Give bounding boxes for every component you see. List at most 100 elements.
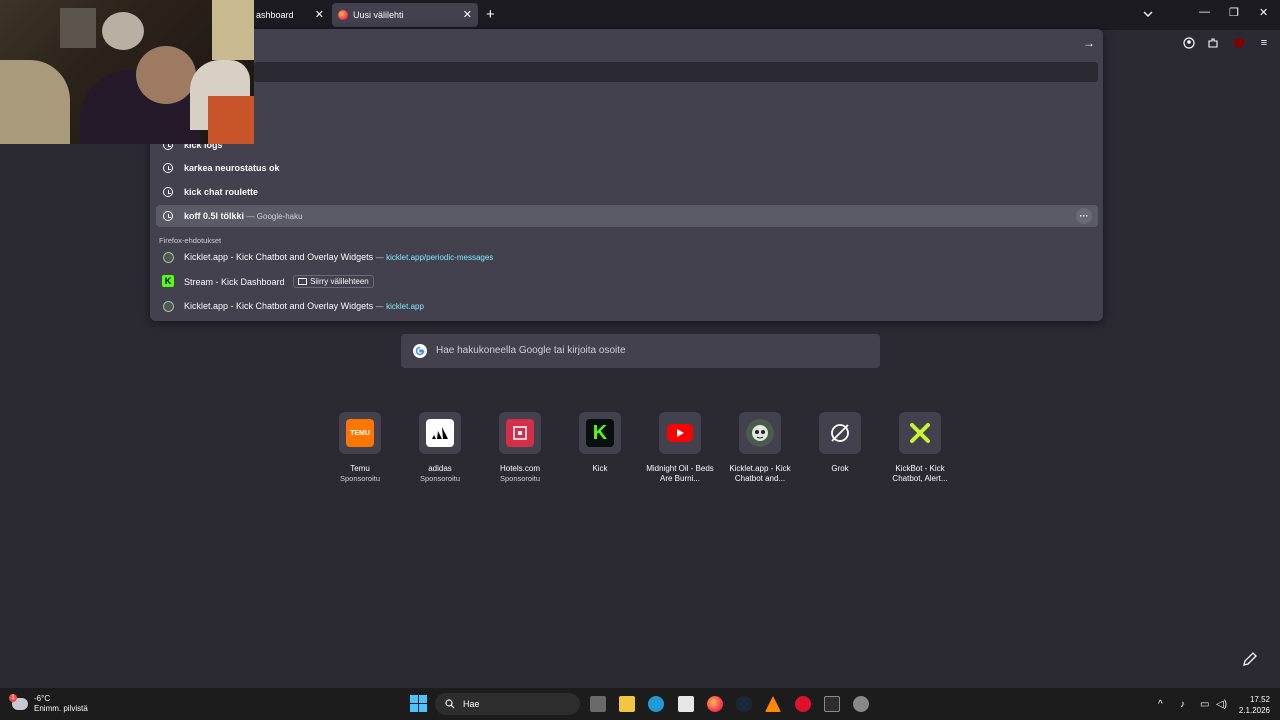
tab-label: ashboard bbox=[256, 10, 294, 20]
clock-date: 2.1.2026 bbox=[1238, 706, 1270, 715]
shortcut-sponsored: Sponsoroitu bbox=[419, 474, 461, 483]
history-icon bbox=[162, 186, 174, 198]
shortcut-sponsored: Sponsoroitu bbox=[339, 474, 381, 483]
shortcut-tile[interactable]: Kicklet.app - Kick Chatbot and... bbox=[720, 412, 800, 484]
shortcut-sponsored: Sponsoroitu bbox=[499, 474, 541, 483]
section-label: Firefox-ehdotukset bbox=[159, 236, 222, 245]
suggestion-row[interactable]: Kicklet.app - Kick Chatbot and Overlay W… bbox=[156, 295, 1098, 317]
store-icon[interactable] bbox=[678, 696, 694, 712]
suggestion-dash: — bbox=[375, 253, 384, 262]
new-tab-button[interactable]: + bbox=[486, 6, 495, 23]
network-icon[interactable]: ▭ bbox=[1200, 699, 1209, 710]
kicklet-icon bbox=[746, 419, 774, 447]
switch-to-tab-button[interactable]: Siirry välilehteen bbox=[293, 274, 374, 288]
history-row[interactable]: kick logs bbox=[156, 134, 1098, 156]
tab-new-tab[interactable]: Uusi välilehti ✕ bbox=[332, 3, 478, 27]
suggestion-text: Kicklet.app - Kick Chatbot and Overlay W… bbox=[184, 252, 493, 262]
kickbot-icon bbox=[906, 419, 934, 447]
restore-icon[interactable]: ❐ bbox=[1229, 6, 1239, 19]
tab-label: Uusi välilehti bbox=[353, 10, 404, 20]
youtube-icon bbox=[667, 424, 693, 442]
clock-time: 17.52 bbox=[1249, 695, 1270, 704]
account-icon[interactable] bbox=[1182, 36, 1196, 50]
firefox-taskbar-icon[interactable] bbox=[707, 696, 723, 712]
history-row[interactable]: kick chat roulette bbox=[156, 181, 1098, 203]
steam-icon[interactable] bbox=[736, 696, 752, 712]
history-text: koff 0.5l tölkki — Google-haku bbox=[184, 211, 303, 221]
suggestion-title: Stream - Kick Dashboard bbox=[184, 276, 285, 287]
terminal-icon[interactable] bbox=[824, 696, 840, 712]
opera-icon[interactable] bbox=[795, 696, 811, 712]
history-text: kick chat roulette bbox=[184, 187, 259, 197]
newtab-search-box[interactable]: Hae hakukoneella Google tai kirjoita oso… bbox=[401, 334, 880, 368]
chevron-up-icon[interactable]: ^ bbox=[1158, 699, 1163, 710]
shortcut-name: Kick bbox=[592, 464, 608, 473]
firefox-icon bbox=[338, 10, 348, 20]
shortcut-tile[interactable]: Grok bbox=[800, 412, 880, 474]
notification-badge: 1 bbox=[9, 694, 17, 702]
urlbar-input[interactable] bbox=[254, 62, 1098, 82]
minimize-icon[interactable]: — bbox=[1199, 6, 1210, 18]
suggestion-title: Kicklet.app - Kick Chatbot and Overlay W… bbox=[184, 252, 374, 262]
close-icon[interactable]: ✕ bbox=[315, 8, 324, 21]
suggestion-row[interactable]: K Stream - Kick Dashboard Siirry välileh… bbox=[156, 270, 1098, 292]
shortcut-tile[interactable]: Midnight Oil - Beds Are Burni... bbox=[640, 412, 720, 484]
shortcut-name: Temu bbox=[350, 464, 370, 473]
kicklet-icon bbox=[162, 300, 174, 312]
task-view-icon[interactable] bbox=[590, 696, 606, 712]
shortcut-tile[interactable]: TEMU Temu Sponsoroitu bbox=[320, 412, 400, 484]
close-window-icon[interactable]: ✕ bbox=[1259, 6, 1268, 19]
weather-widget[interactable]: 1 -6°C Enimm. pilvistä bbox=[9, 694, 88, 714]
hotels-icon bbox=[506, 419, 534, 447]
close-icon[interactable]: ✕ bbox=[463, 8, 472, 21]
more-options-icon[interactable]: ··· bbox=[1076, 208, 1092, 224]
grok-icon bbox=[826, 419, 854, 447]
switch-to-tab-label: Siirry välilehteen bbox=[310, 276, 369, 286]
shortcut-tile[interactable]: KickBot - Kick Chatbot, Alert... bbox=[880, 412, 960, 484]
weather-desc: Enimm. pilvistä bbox=[34, 704, 88, 713]
urlbar-dropdown: → kick logs karkea neurostatus ok kick c… bbox=[150, 29, 1103, 321]
go-arrow-icon[interactable]: → bbox=[1083, 36, 1095, 50]
settings-icon[interactable] bbox=[853, 696, 869, 712]
history-query: koff 0.5l tölkki bbox=[184, 211, 245, 221]
microphone-icon[interactable]: ♪ bbox=[1180, 699, 1185, 710]
history-row-selected[interactable]: koff 0.5l tölkki — Google-haku ··· bbox=[156, 205, 1098, 227]
history-row[interactable]: karkea neurostatus ok bbox=[156, 157, 1098, 179]
windows-start-icon[interactable] bbox=[410, 695, 427, 712]
suggestion-row[interactable]: Kicklet.app - Kick Chatbot and Overlay W… bbox=[156, 246, 1098, 268]
file-explorer-icon[interactable] bbox=[619, 696, 635, 712]
ublock-icon[interactable] bbox=[1232, 36, 1246, 50]
shortcut-name: Hotels.com bbox=[499, 464, 540, 473]
chevron-down-icon[interactable] bbox=[1142, 8, 1154, 20]
shortcut-tile[interactable]: K Kick bbox=[560, 412, 640, 474]
suggestion-dash: — bbox=[375, 302, 384, 311]
adidas-icon bbox=[426, 419, 454, 447]
suggestion-url: kicklet.app bbox=[386, 302, 424, 311]
edge-icon[interactable] bbox=[648, 696, 664, 712]
cloud-icon: 1 bbox=[9, 694, 28, 710]
taskbar-search[interactable]: Hae bbox=[435, 693, 580, 715]
shortcut-name: Grok bbox=[831, 464, 849, 473]
taskbar-clock[interactable]: 17.52 2.1.2026 bbox=[1230, 694, 1270, 716]
shortcut-name: adidas bbox=[428, 464, 452, 473]
weather-temp: -6°C bbox=[34, 694, 51, 703]
shortcut-tile[interactable]: Hotels.com Sponsoroitu bbox=[480, 412, 560, 484]
shortcut-name: KickBot - Kick Chatbot, Alert... bbox=[892, 464, 948, 483]
webcam-overlay bbox=[0, 0, 254, 144]
tab-dashboard[interactable]: ashboard ✕ bbox=[252, 3, 328, 27]
kicklet-icon bbox=[162, 251, 174, 263]
history-text: karkea neurostatus ok bbox=[184, 163, 280, 173]
pencil-icon[interactable] bbox=[1241, 650, 1259, 668]
google-icon bbox=[413, 344, 427, 358]
tab-icon bbox=[298, 277, 308, 285]
search-icon bbox=[445, 699, 455, 709]
shortcut-tile[interactable]: adidas Sponsoroitu bbox=[400, 412, 480, 484]
history-icon bbox=[162, 162, 174, 174]
volume-icon[interactable]: ◁) bbox=[1216, 699, 1227, 710]
suggestion-url: kicklet.app/periodic-messages bbox=[386, 253, 494, 262]
kick-icon: K bbox=[162, 275, 174, 287]
history-suffix: — Google-haku bbox=[246, 212, 303, 221]
menu-icon[interactable]: ≡ bbox=[1257, 36, 1271, 50]
suggestion-text: Stream - Kick Dashboard Siirry välilehte… bbox=[184, 274, 374, 288]
extensions-icon[interactable] bbox=[1206, 36, 1220, 50]
